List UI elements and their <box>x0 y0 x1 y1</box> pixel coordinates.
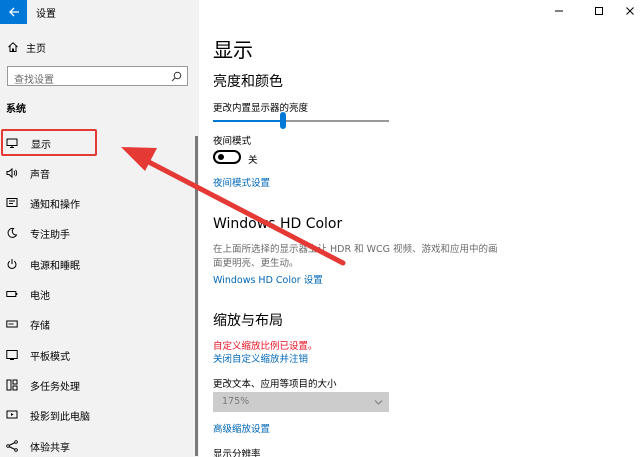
hdr-settings-link[interactable]: Windows HD Color 设置 <box>213 272 323 286</box>
custom-scale-warning: 自定义缩放比例已设置。 <box>213 341 318 352</box>
night-light-toggle[interactable] <box>213 150 241 164</box>
search-placeholder: 查找设置 <box>14 75 54 86</box>
sidebar-item-tablet-mode[interactable]: 平板模式 <box>0 342 199 368</box>
sidebar-item-label: 体验共享 <box>30 442 70 454</box>
turn-off-custom-scale-link[interactable]: 关闭自定义缩放并注销 <box>213 351 308 365</box>
search-input[interactable]: 查找设置 <box>7 66 188 86</box>
maximize-icon <box>595 7 603 15</box>
hdr-section-heading: Windows HD Color <box>213 216 343 232</box>
home-icon <box>8 42 18 52</box>
tablet-icon <box>6 350 18 360</box>
brightness-slider-fill <box>213 120 284 122</box>
scale-dropdown-value: 175% <box>222 396 250 407</box>
scale-section-heading: 缩放与布局 <box>213 313 283 329</box>
notification-icon <box>6 198 18 207</box>
moon-icon <box>7 227 18 238</box>
search-icon[interactable] <box>171 71 182 82</box>
home-label: 主页 <box>26 43 46 55</box>
sidebar-item-label: 平板模式 <box>30 351 70 363</box>
sidebar-item-multitasking[interactable]: 多任务处理 <box>0 372 199 398</box>
section-label-system: 系统 <box>6 104 26 115</box>
toggle-knob <box>218 154 224 160</box>
night-light-label: 夜间模式 <box>213 136 252 147</box>
sidebar-item-label: 声音 <box>30 169 50 181</box>
minimize-button[interactable] <box>551 4 567 18</box>
share-icon <box>6 440 18 452</box>
sidebar-scrollbar[interactable] <box>195 136 198 456</box>
speaker-icon <box>6 167 18 179</box>
back-button[interactable] <box>0 0 27 24</box>
brightness-slider-track[interactable] <box>213 120 389 122</box>
battery-icon <box>6 291 18 297</box>
night-light-state: 关 <box>248 155 258 166</box>
text-size-label: 更改文本、应用等项目的大小 <box>213 379 337 390</box>
brightness-slider-label: 更改内置显示器的亮度 <box>213 103 309 114</box>
maximize-button[interactable] <box>591 4 607 18</box>
sidebar-item-storage[interactable]: 存储 <box>0 311 199 337</box>
chevron-down-icon <box>374 400 383 405</box>
minimize-icon <box>555 10 563 12</box>
brightness-slider-thumb[interactable] <box>280 112 287 129</box>
sidebar: 设置 主页 查找设置 系统 显示 声音 通知和操作 专注助手 电源和睡眠 电池 … <box>0 0 199 457</box>
sidebar-item-label: 电池 <box>30 290 50 302</box>
sidebar-item-label: 投影到此电脑 <box>30 411 90 423</box>
sidebar-item-power-sleep[interactable]: 电源和睡眠 <box>0 251 199 277</box>
title-bar: 设置 <box>0 0 199 24</box>
back-arrow-icon <box>8 7 19 17</box>
multitask-icon <box>6 379 18 391</box>
power-icon <box>7 259 17 269</box>
resolution-label: 显示分辨率 <box>213 449 261 457</box>
main-panel: 显示 亮度和颜色 更改内置显示器的亮度 夜间模式 关 夜间模式设置 Window… <box>199 0 640 457</box>
page-title: 显示 <box>213 38 253 62</box>
sidebar-item-notifications[interactable]: 通知和操作 <box>0 190 199 216</box>
sidebar-item-label: 专注助手 <box>30 229 70 241</box>
close-button[interactable] <box>622 4 638 18</box>
brightness-section-heading: 亮度和颜色 <box>213 74 283 90</box>
sidebar-item-label: 通知和操作 <box>30 199 80 211</box>
sidebar-item-label: 存储 <box>30 320 50 332</box>
sidebar-item-label: 电源和睡眠 <box>30 260 80 272</box>
hdr-description: 在上面所选择的显示器上让 HDR 和 WCG 视频、游戏和应用中的画面更明亮、更… <box>213 244 498 269</box>
sidebar-item-project-to-pc[interactable]: 投影到此电脑 <box>0 402 199 428</box>
app-title: 设置 <box>36 9 56 20</box>
close-icon <box>626 7 634 15</box>
home-nav-item[interactable]: 主页 <box>0 36 199 58</box>
projector-icon <box>6 410 18 419</box>
storage-icon <box>6 320 18 328</box>
sidebar-item-sound[interactable]: 声音 <box>0 160 199 186</box>
annotation-highlight-box <box>1 129 97 156</box>
scale-dropdown[interactable]: 175% <box>213 392 389 412</box>
sidebar-item-focus-assist[interactable]: 专注助手 <box>0 220 199 246</box>
advanced-scaling-link[interactable]: 高级缩放设置 <box>213 421 270 435</box>
sidebar-item-battery[interactable]: 电池 <box>0 281 199 307</box>
sidebar-item-label: 多任务处理 <box>30 381 80 393</box>
sidebar-item-shared-experiences[interactable]: 体验共享 <box>0 433 199 457</box>
night-light-settings-link[interactable]: 夜间模式设置 <box>213 175 270 189</box>
